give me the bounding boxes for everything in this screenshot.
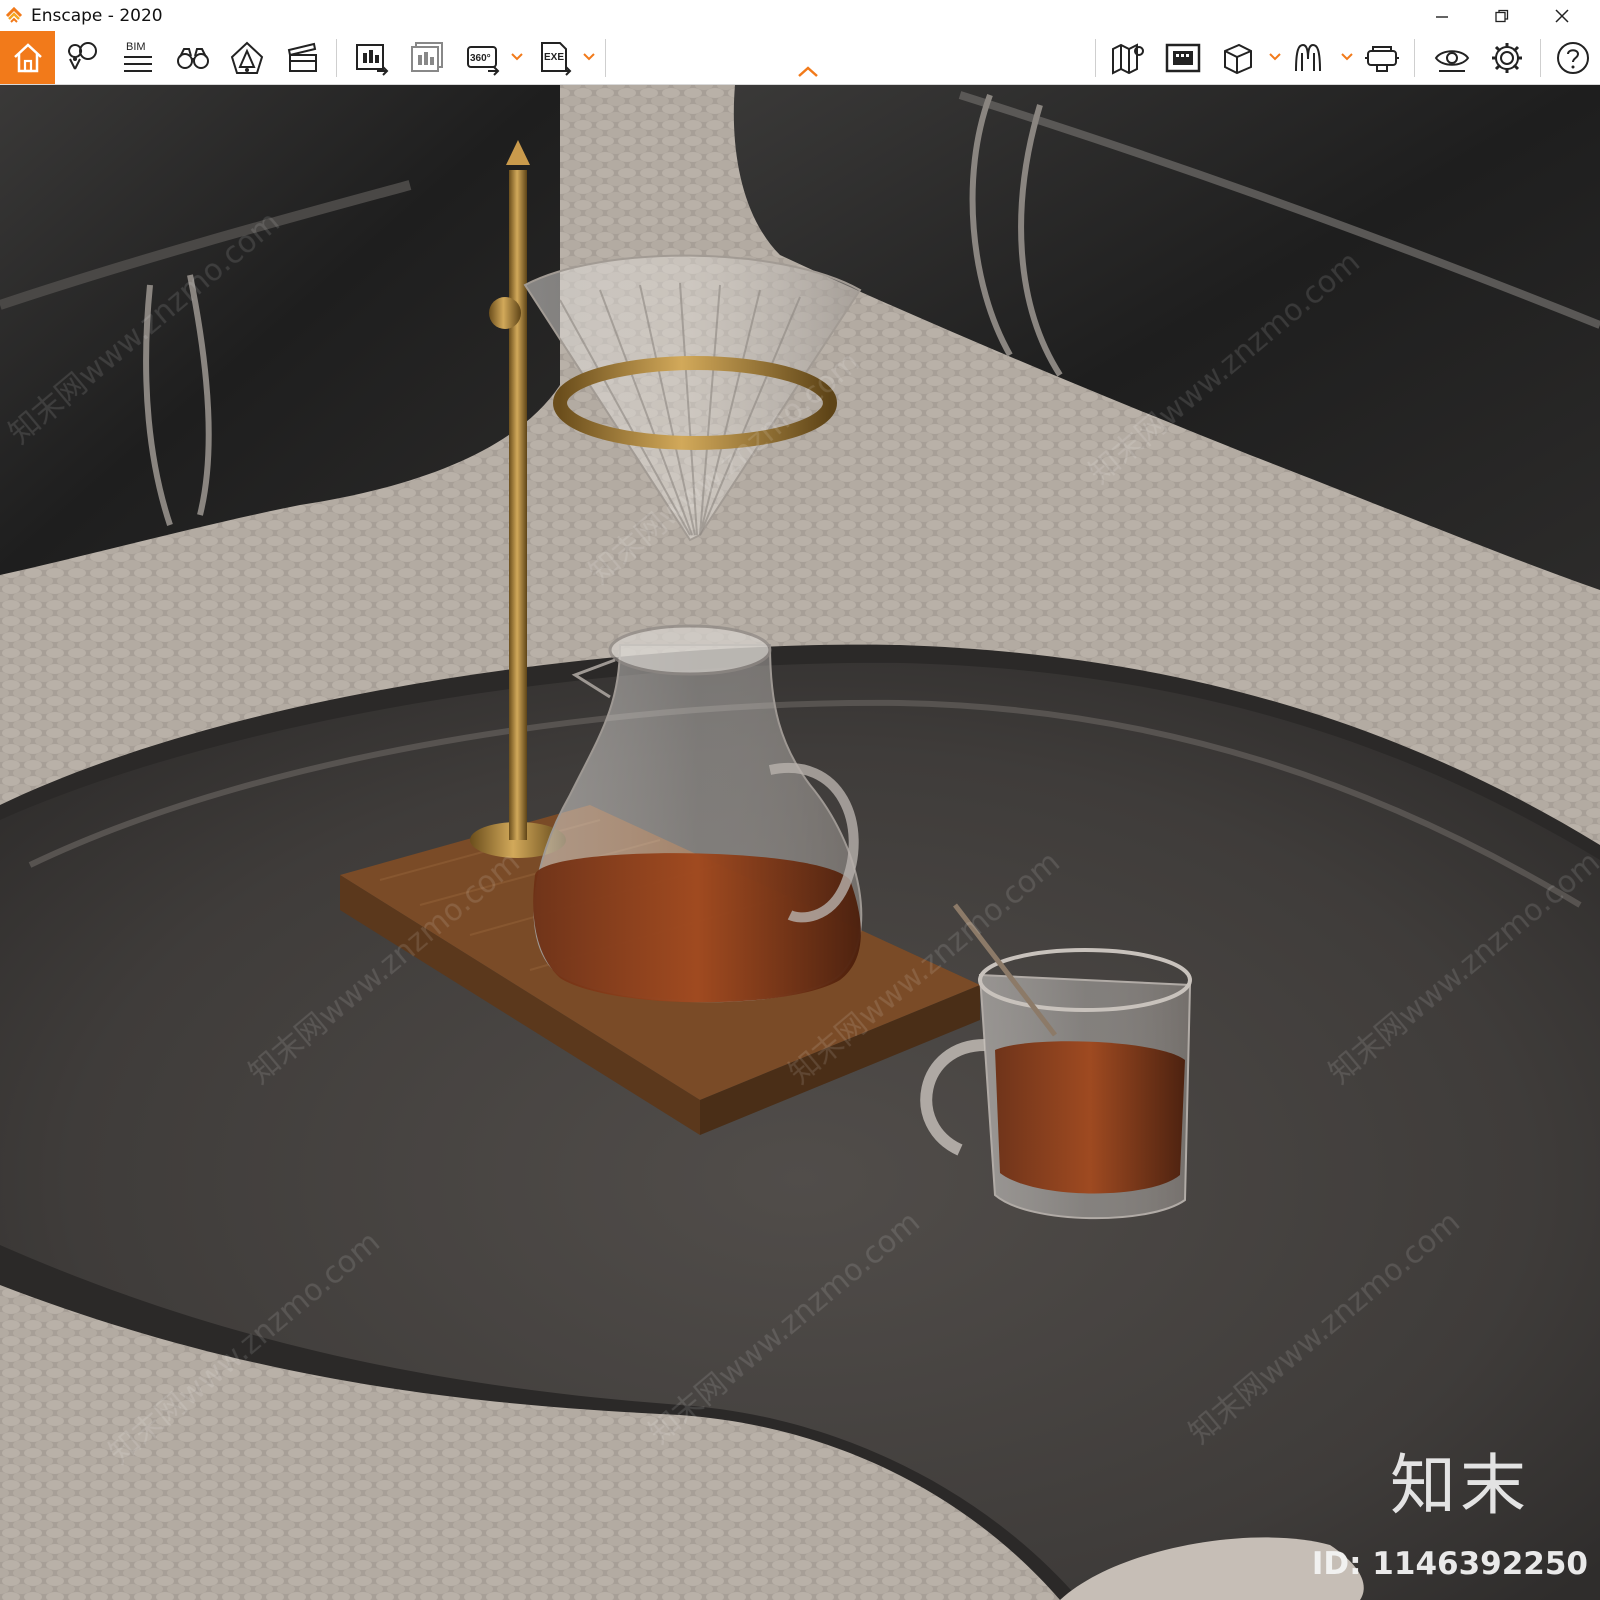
export-360-button[interactable]: 360° xyxy=(458,31,508,84)
settings-button[interactable] xyxy=(1482,31,1532,84)
collaborative-annotation-button[interactable] xyxy=(1285,31,1335,84)
bim-button[interactable]: BIM xyxy=(112,31,162,84)
main-toolbar: BIM 360° EXE xyxy=(0,31,1600,85)
cube-icon xyxy=(1224,43,1252,74)
help-icon xyxy=(1557,41,1589,74)
close-icon xyxy=(1555,8,1569,23)
clapperboard-icon xyxy=(287,42,317,72)
svg-text:EXE: EXE xyxy=(544,52,564,63)
settings-gear-icon xyxy=(1492,42,1522,73)
rendered-scene: 知末网www.znzmo.com 知末网www.znzmo.com 知末网www… xyxy=(0,85,1600,1600)
binoculars-icon xyxy=(177,47,209,69)
toolbar-separator xyxy=(605,39,606,77)
batch-export-button[interactable] xyxy=(402,31,452,84)
chevron-down-icon xyxy=(511,53,523,61)
annotation-dropdown[interactable] xyxy=(1340,47,1354,67)
video-editor-button[interactable] xyxy=(278,31,328,84)
brand-watermark: 知末 xyxy=(1390,1447,1530,1524)
export-360-icon: 360° xyxy=(467,45,500,76)
export-exe-button[interactable]: EXE xyxy=(530,31,580,84)
vr-headset-icon xyxy=(1365,45,1399,72)
home-button[interactable] xyxy=(0,31,55,84)
collapse-toolbar-chevron-icon[interactable] xyxy=(796,64,820,80)
building-view-icon xyxy=(1165,43,1201,72)
chevron-down-icon xyxy=(1341,53,1353,61)
help-button[interactable] xyxy=(1548,31,1598,84)
export-exe-dropdown[interactable] xyxy=(582,47,596,67)
enscape-logo-icon xyxy=(5,6,23,23)
window-title: Enscape - 2020 xyxy=(31,6,163,26)
restore-icon xyxy=(1495,9,1509,22)
asset-library-button[interactable] xyxy=(1213,31,1263,84)
asset-id-label: ID: 1146392250 xyxy=(1311,1546,1588,1582)
collaborative-annotation-icon xyxy=(1295,43,1321,71)
toolbar-separator xyxy=(1414,39,1415,77)
vr-headset-button[interactable] xyxy=(1357,31,1407,84)
bim-icon: BIM xyxy=(124,41,152,72)
export-image-button[interactable] xyxy=(347,31,397,84)
render-viewport[interactable]: 知末网www.znzmo.com 知末网www.znzmo.com 知末网www… xyxy=(0,85,1600,1600)
minimize-icon xyxy=(1436,15,1448,18)
toolbar-separator xyxy=(1095,39,1096,77)
toolbar-separator xyxy=(1540,39,1541,77)
visual-settings-eye-icon xyxy=(1434,49,1470,72)
map-icon xyxy=(1112,42,1144,75)
map-pin-bubble-icon xyxy=(68,41,97,69)
binoculars-button[interactable] xyxy=(168,31,218,84)
svg-text:360°: 360° xyxy=(470,53,491,64)
restore-button[interactable] xyxy=(1472,0,1532,31)
toolbar-separator xyxy=(336,39,337,77)
create-view-button[interactable] xyxy=(58,31,108,84)
close-button[interactable] xyxy=(1532,0,1592,31)
batch-export-icon xyxy=(411,41,443,72)
asset-library-dropdown[interactable] xyxy=(1268,47,1282,67)
home-icon xyxy=(13,42,42,72)
chevron-down-icon xyxy=(583,53,595,61)
export-exe-icon: EXE xyxy=(541,41,572,76)
svg-text:BIM: BIM xyxy=(126,41,146,53)
chevron-down-icon xyxy=(1269,53,1281,61)
building-view-button[interactable] xyxy=(1158,31,1208,84)
title-bar: Enscape - 2020 xyxy=(0,0,1600,32)
map-button[interactable] xyxy=(1103,31,1153,84)
sun-button[interactable] xyxy=(222,31,272,84)
sun-pyramid-icon xyxy=(230,41,264,74)
export-360-dropdown[interactable] xyxy=(510,47,524,67)
export-image-icon xyxy=(356,43,389,76)
minimize-button[interactable] xyxy=(1412,0,1472,31)
visual-settings-button[interactable] xyxy=(1427,31,1477,84)
